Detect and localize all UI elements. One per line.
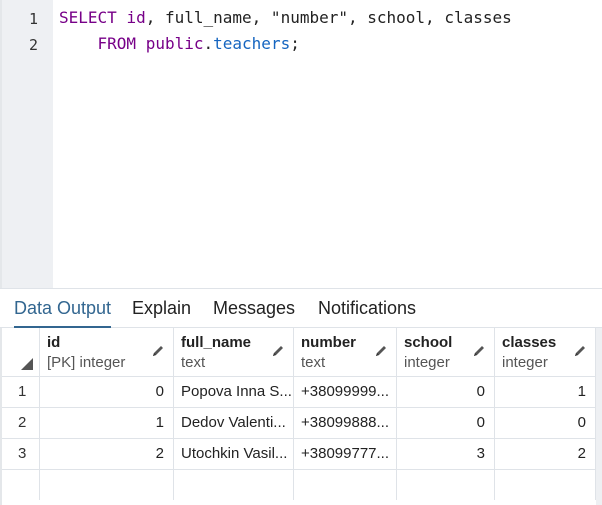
table-row[interactable]: 1 0 Popova Inna S... +38099999... 0 1: [2, 377, 596, 408]
pencil-icon[interactable]: [374, 344, 388, 358]
column-type: [PK] integer: [47, 354, 126, 371]
cell-id[interactable]: 2: [40, 439, 174, 469]
tab-messages[interactable]: Messages: [213, 289, 295, 328]
column-name: id: [47, 334, 61, 351]
cell-number[interactable]: +38099777...: [294, 439, 397, 469]
sql-keyword: id: [126, 8, 146, 27]
results-tab-strip: Data Output Explain Messages Notificatio…: [0, 288, 602, 328]
column-type: integer: [404, 354, 450, 371]
column-name: number: [301, 334, 357, 351]
cell-classes[interactable]: 0: [495, 408, 596, 438]
cell-full-name[interactable]: Dedov Valenti...: [174, 408, 294, 438]
sql-editor[interactable]: 1 SELECT id, full_name, "number", school,…: [0, 0, 602, 288]
cell-school[interactable]: 3: [397, 439, 495, 469]
empty-cell: [40, 470, 174, 500]
grid-header-row: id [PK] integer full_nametext number text sch…: [2, 328, 596, 377]
cell-school[interactable]: 0: [397, 377, 495, 407]
vertical-scrollbar[interactable]: [596, 328, 602, 505]
table-row[interactable]: 3 2 Utochkin Vasil... +38099777... 3 2: [2, 439, 596, 470]
row-number[interactable]: 1: [2, 377, 40, 407]
pencil-icon[interactable]: [472, 344, 486, 358]
pencil-icon[interactable]: [573, 344, 587, 358]
sql-keyword: public: [145, 34, 204, 53]
tab-data-output[interactable]: Data Output: [14, 289, 112, 328]
tab-notifications[interactable]: Notifications: [318, 289, 416, 328]
column-type: text: [181, 354, 206, 371]
cell-id[interactable]: 1: [40, 408, 174, 438]
column-name: full_name: [181, 334, 252, 351]
empty-cell: [294, 470, 397, 500]
column-header-school[interactable]: school integer: [397, 328, 495, 376]
sql-keyword: SELECT: [59, 8, 117, 27]
cell-classes[interactable]: 2: [495, 439, 596, 469]
column-header-number[interactable]: number text: [294, 328, 397, 376]
empty-row: [2, 470, 596, 501]
row-number[interactable]: 2: [2, 408, 40, 438]
pencil-icon[interactable]: [271, 344, 285, 358]
empty-cell: [2, 470, 40, 500]
code-line[interactable]: SELECT id, full_name, "number", school, …: [59, 8, 512, 27]
data-output-grid: id [PK] integer full_nametext number text sch…: [0, 328, 602, 505]
cell-classes[interactable]: 1: [495, 377, 596, 407]
sql-keyword: FROM: [97, 34, 137, 53]
column-name: classes: [502, 334, 557, 351]
pencil-icon[interactable]: [151, 344, 165, 358]
sql-text: ;: [290, 34, 300, 53]
row-number[interactable]: 3: [2, 439, 40, 469]
empty-cell: [397, 470, 495, 500]
empty-cell: [495, 470, 596, 500]
column-header-id[interactable]: id [PK] integer: [40, 328, 174, 376]
column-type: text: [301, 354, 326, 371]
cell-number[interactable]: +38099999...: [294, 377, 397, 407]
cell-number[interactable]: +38099888...: [294, 408, 397, 438]
tab-explain[interactable]: Explain: [132, 289, 191, 328]
cell-full-name[interactable]: Popova Inna S...: [174, 377, 294, 407]
select-all-corner[interactable]: [2, 328, 40, 376]
column-name: school: [404, 334, 453, 351]
column-header-classes[interactable]: classes integer: [495, 328, 596, 376]
column-header-full-name[interactable]: full_nametext: [174, 328, 294, 376]
code-line[interactable]: FROM public.teachers;: [59, 34, 300, 53]
corner-triangle-icon: [21, 358, 33, 370]
cell-id[interactable]: 0: [40, 377, 174, 407]
column-type: integer: [502, 354, 548, 371]
table-row[interactable]: 2 1 Dedov Valenti... +38099888... 0 0: [2, 408, 596, 439]
line-number: 1: [28, 10, 38, 28]
sql-identifier: teachers: [213, 34, 291, 53]
cell-full-name[interactable]: Utochkin Vasil...: [174, 439, 294, 469]
sql-text: .: [203, 34, 214, 53]
empty-cell: [174, 470, 294, 500]
line-number: 2: [28, 36, 38, 54]
cell-school[interactable]: 0: [397, 408, 495, 438]
sql-text: , full_name, "number", school, classes: [145, 8, 512, 27]
